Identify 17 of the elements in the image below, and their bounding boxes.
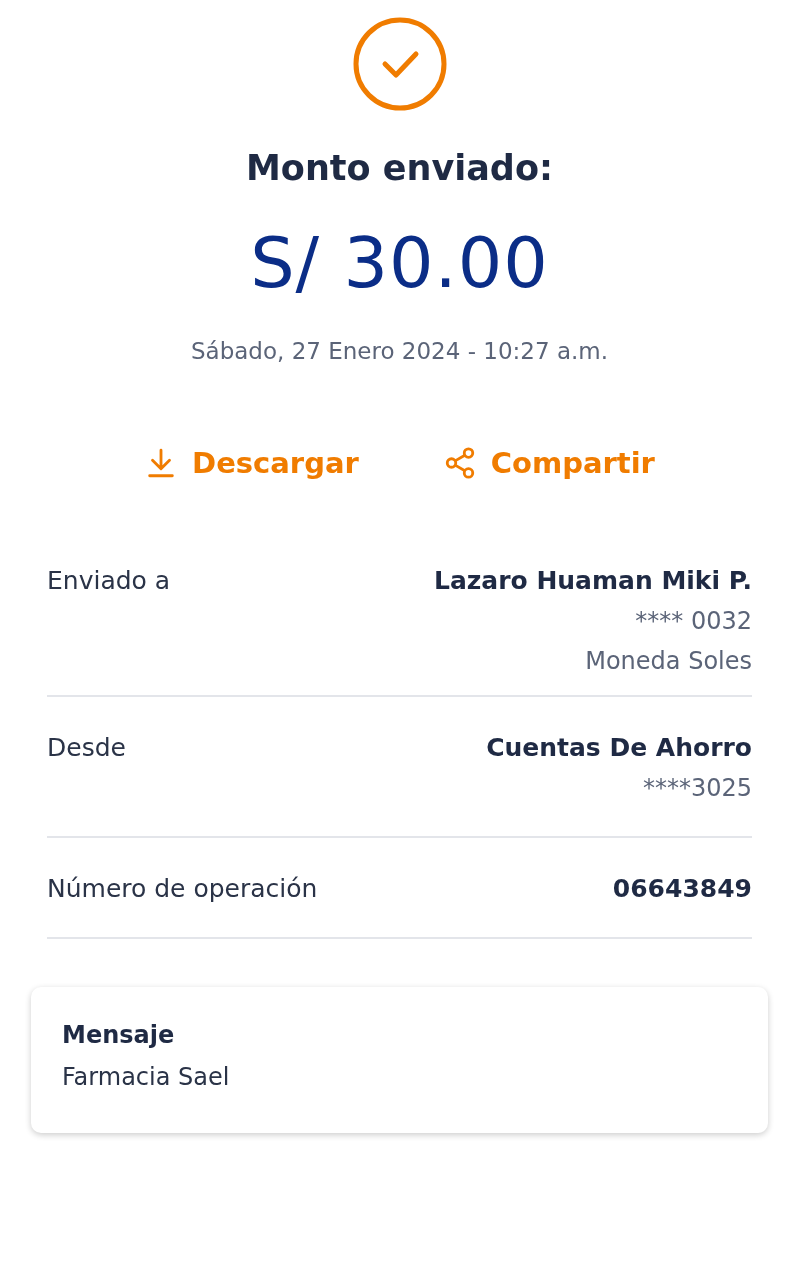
detail-value: **** 0032 xyxy=(635,607,752,635)
detail-label: Número de operación xyxy=(47,874,318,903)
detail-value: ****3025 xyxy=(642,774,752,802)
date-time: Sábado, 27 Enero 2024 - 10:27 a.m. xyxy=(191,338,608,364)
message-text: Farmacia Sael xyxy=(62,1063,231,1091)
detail-label: Enviado a xyxy=(47,566,171,597)
detail-label: Desde xyxy=(47,733,126,764)
message-title: Mensaje xyxy=(62,1021,176,1049)
detail-value: Moneda Soles xyxy=(585,647,752,675)
detail-value: Lazaro Huaman Miki P. xyxy=(433,566,752,595)
title: Monto enviado: xyxy=(246,148,553,188)
detail-value: 06643849 xyxy=(612,874,752,903)
detail-value: Cuentas De Ahorro xyxy=(486,733,752,762)
download-button[interactable]: Descargar xyxy=(144,446,359,480)
amount: S/ 30.00 xyxy=(250,222,549,304)
share-button[interactable]: Compartir xyxy=(442,446,655,480)
check-circle-icon xyxy=(351,16,448,112)
